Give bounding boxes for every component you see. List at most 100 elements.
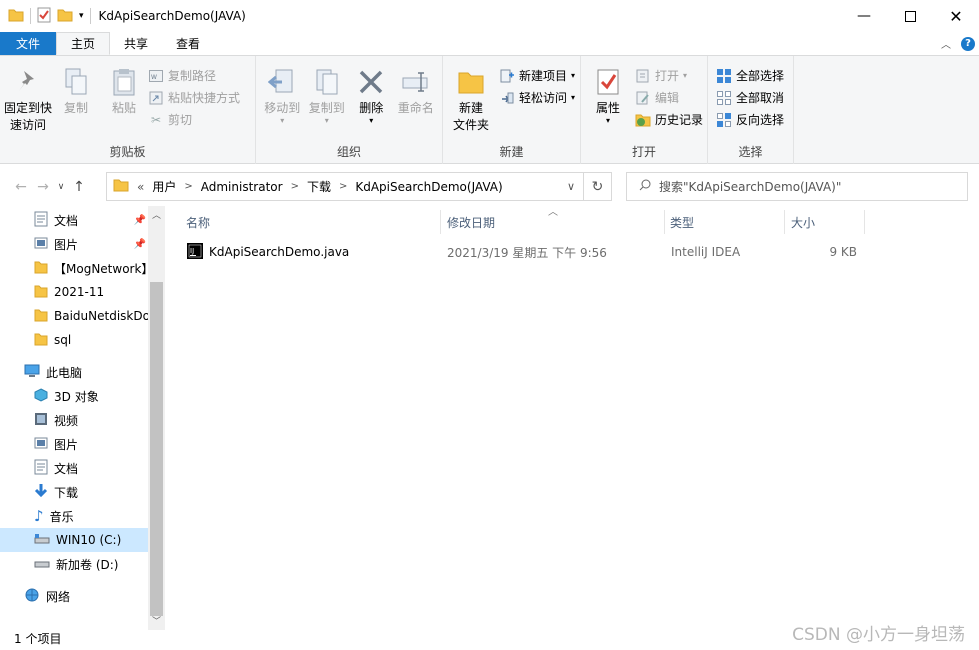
forward-arrow-icon[interactable]: → bbox=[32, 179, 54, 195]
pin-icon[interactable]: 📌 bbox=[134, 215, 146, 226]
nav-item-downloads[interactable]: 下载 bbox=[0, 480, 148, 504]
tab-share[interactable]: 共享 bbox=[110, 32, 162, 55]
refresh-icon[interactable]: ↻ bbox=[583, 172, 611, 201]
nav-item-label: 3D 对象 bbox=[54, 389, 99, 404]
nav-item-videos[interactable]: 视频 bbox=[0, 408, 148, 432]
close-icon[interactable]: ✕ bbox=[933, 0, 979, 32]
file-date: 2021/3/19 星期五 下午 9:56 bbox=[447, 245, 607, 260]
nav-item-pictures[interactable]: 图片 bbox=[0, 432, 148, 456]
column-divider[interactable] bbox=[864, 210, 865, 234]
up-arrow-icon[interactable]: ↑ bbox=[68, 179, 90, 195]
dropdown-arrow-icon: ▾ bbox=[605, 116, 610, 125]
properties-quick-icon[interactable] bbox=[37, 7, 51, 26]
quick-access-toolbar: ▾ bbox=[0, 7, 91, 26]
open-button[interactable]: 打开 ▾ bbox=[635, 66, 703, 85]
address-dropdown-icon[interactable]: ∨ bbox=[559, 180, 583, 193]
column-divider[interactable] bbox=[440, 210, 441, 234]
select-none-button[interactable]: 全部取消 bbox=[716, 88, 784, 107]
nav-item-network[interactable]: 网络 bbox=[0, 584, 148, 608]
nav-item-music[interactable]: ♪ 音乐 bbox=[0, 504, 148, 528]
column-divider[interactable] bbox=[784, 210, 785, 234]
nav-item-label: BaiduNetdiskDo bbox=[54, 309, 148, 323]
pictures-icon bbox=[34, 236, 48, 253]
column-header-type[interactable]: 类型 bbox=[670, 210, 694, 234]
pin-icon[interactable]: 📌 bbox=[134, 239, 146, 250]
rename-icon bbox=[400, 66, 432, 98]
maximize-icon[interactable] bbox=[887, 0, 933, 32]
edit-label: 编辑 bbox=[654, 91, 679, 105]
edit-button[interactable]: 编辑 bbox=[635, 88, 703, 107]
nav-item-documents[interactable]: 文档 bbox=[0, 456, 148, 480]
select-all-icon bbox=[716, 68, 732, 84]
tab-file[interactable]: 文件 bbox=[0, 32, 57, 55]
easy-access-button[interactable]: 轻松访问 ▾ bbox=[499, 88, 575, 107]
breadcrumb-item[interactable]: 下载 bbox=[307, 178, 331, 195]
breadcrumb-item[interactable]: KdApiSearchDemo(JAVA) bbox=[355, 180, 502, 194]
breadcrumb-item[interactable]: 用户 bbox=[152, 178, 176, 195]
nav-item-this-pc[interactable]: 此电脑 bbox=[0, 360, 148, 384]
back-arrow-icon[interactable]: ← bbox=[10, 179, 32, 195]
nav-item-3d-objects[interactable]: 3D 对象 bbox=[0, 384, 148, 408]
scroll-down-icon[interactable]: ﹀ bbox=[148, 614, 165, 627]
column-header-date[interactable]: 修改日期 bbox=[447, 210, 495, 234]
tab-home[interactable]: 主页 bbox=[56, 32, 111, 55]
invert-selection-button[interactable]: 反向选择 bbox=[716, 110, 784, 129]
drive-icon bbox=[34, 557, 50, 572]
help-icon[interactable]: ? bbox=[961, 36, 975, 51]
file-size: 9 KB bbox=[829, 245, 857, 259]
status-item-count: 1 个项目 bbox=[14, 632, 62, 646]
move-to-icon bbox=[266, 66, 298, 98]
column-header-name[interactable]: 名称 bbox=[186, 210, 210, 234]
nav-item-drive-d[interactable]: 新加卷 (D:) bbox=[0, 552, 148, 576]
recent-locations-icon[interactable]: ∨ bbox=[54, 182, 68, 192]
new-folder-label-line1: 新建 bbox=[458, 101, 483, 115]
watermark: CSDN @小方一身坦荡 bbox=[792, 625, 965, 645]
nav-pane-scrollbar[interactable]: ︿ ﹀ bbox=[148, 206, 165, 630]
history-button[interactable]: 历史记录 bbox=[635, 110, 703, 129]
new-folder-quick-icon[interactable] bbox=[57, 8, 73, 25]
chevron-right-icon[interactable]: > bbox=[291, 181, 299, 192]
copy-path-button[interactable]: W 复制路径 bbox=[148, 66, 240, 85]
rename-label: 重命名 bbox=[397, 101, 434, 115]
file-row[interactable]: IJ KdApiSearchDemo.java 2021/3/19 星期五 下午… bbox=[180, 240, 866, 264]
drive-c-icon bbox=[34, 533, 50, 548]
customize-dropdown-icon[interactable]: ▾ bbox=[79, 11, 84, 21]
select-all-button[interactable]: 全部选择 bbox=[716, 66, 784, 85]
folder-icon bbox=[113, 178, 129, 195]
new-item-button[interactable]: 新建项目 ▾ bbox=[499, 66, 575, 85]
breadcrumb-overflow[interactable]: « bbox=[137, 180, 144, 194]
cut-label: 剪切 bbox=[168, 113, 193, 127]
cut-button[interactable]: ✂ 剪切 bbox=[148, 110, 240, 129]
nav-item-folder[interactable]: 2021-11 bbox=[0, 280, 148, 304]
document-icon bbox=[34, 459, 48, 478]
paste-shortcut-button[interactable]: 粘贴快捷方式 bbox=[148, 88, 240, 107]
column-divider[interactable] bbox=[664, 210, 665, 234]
nav-item-folder[interactable]: 【MogNetwork】 bbox=[0, 256, 148, 280]
svg-text:W: W bbox=[151, 74, 157, 81]
minimize-icon[interactable]: — bbox=[841, 0, 887, 32]
nav-item-pictures[interactable]: 图片 📌 bbox=[0, 232, 148, 256]
tab-view[interactable]: 查看 bbox=[162, 32, 214, 55]
nav-item-drive-c[interactable]: WIN10 (C:) bbox=[0, 528, 148, 552]
nav-item-label: 下载 bbox=[54, 485, 79, 500]
column-header-size[interactable]: 大小 bbox=[791, 210, 815, 234]
nav-item-documents[interactable]: 文档 📌 bbox=[0, 208, 148, 232]
dropdown-arrow-icon: ▾ bbox=[571, 93, 576, 102]
breadcrumb-item[interactable]: Administrator bbox=[201, 180, 283, 194]
nav-item-folder[interactable]: sql bbox=[0, 328, 148, 352]
select-none-label: 全部取消 bbox=[736, 91, 785, 105]
dropdown-arrow-icon: ▾ bbox=[369, 116, 374, 125]
intellij-file-icon: IJ bbox=[187, 242, 203, 262]
collapse-ribbon-icon[interactable]: ︿ bbox=[941, 36, 951, 51]
ribbon: 固定到快 速访问 复制 粘贴 W 复制路径 粘贴快捷方式 ✂ 剪切 剪贴板 移动… bbox=[0, 56, 979, 164]
folder-icon bbox=[34, 284, 48, 301]
nav-item-folder[interactable]: BaiduNetdiskDo bbox=[0, 304, 148, 328]
chevron-right-icon[interactable]: > bbox=[339, 181, 347, 192]
scroll-up-icon[interactable]: ︿ bbox=[148, 208, 165, 221]
scroll-thumb[interactable] bbox=[150, 282, 163, 616]
chevron-right-icon[interactable]: > bbox=[184, 181, 192, 192]
address-bar[interactable]: « 用户 > Administrator > 下载 > KdApiSearchD… bbox=[106, 172, 612, 201]
search-box[interactable]: 搜索"KdApiSearchDemo(JAVA)" bbox=[626, 172, 968, 201]
new-folder-label-line2: 文件夹 bbox=[452, 118, 489, 132]
ribbon-group-label: 选择 bbox=[738, 145, 763, 159]
